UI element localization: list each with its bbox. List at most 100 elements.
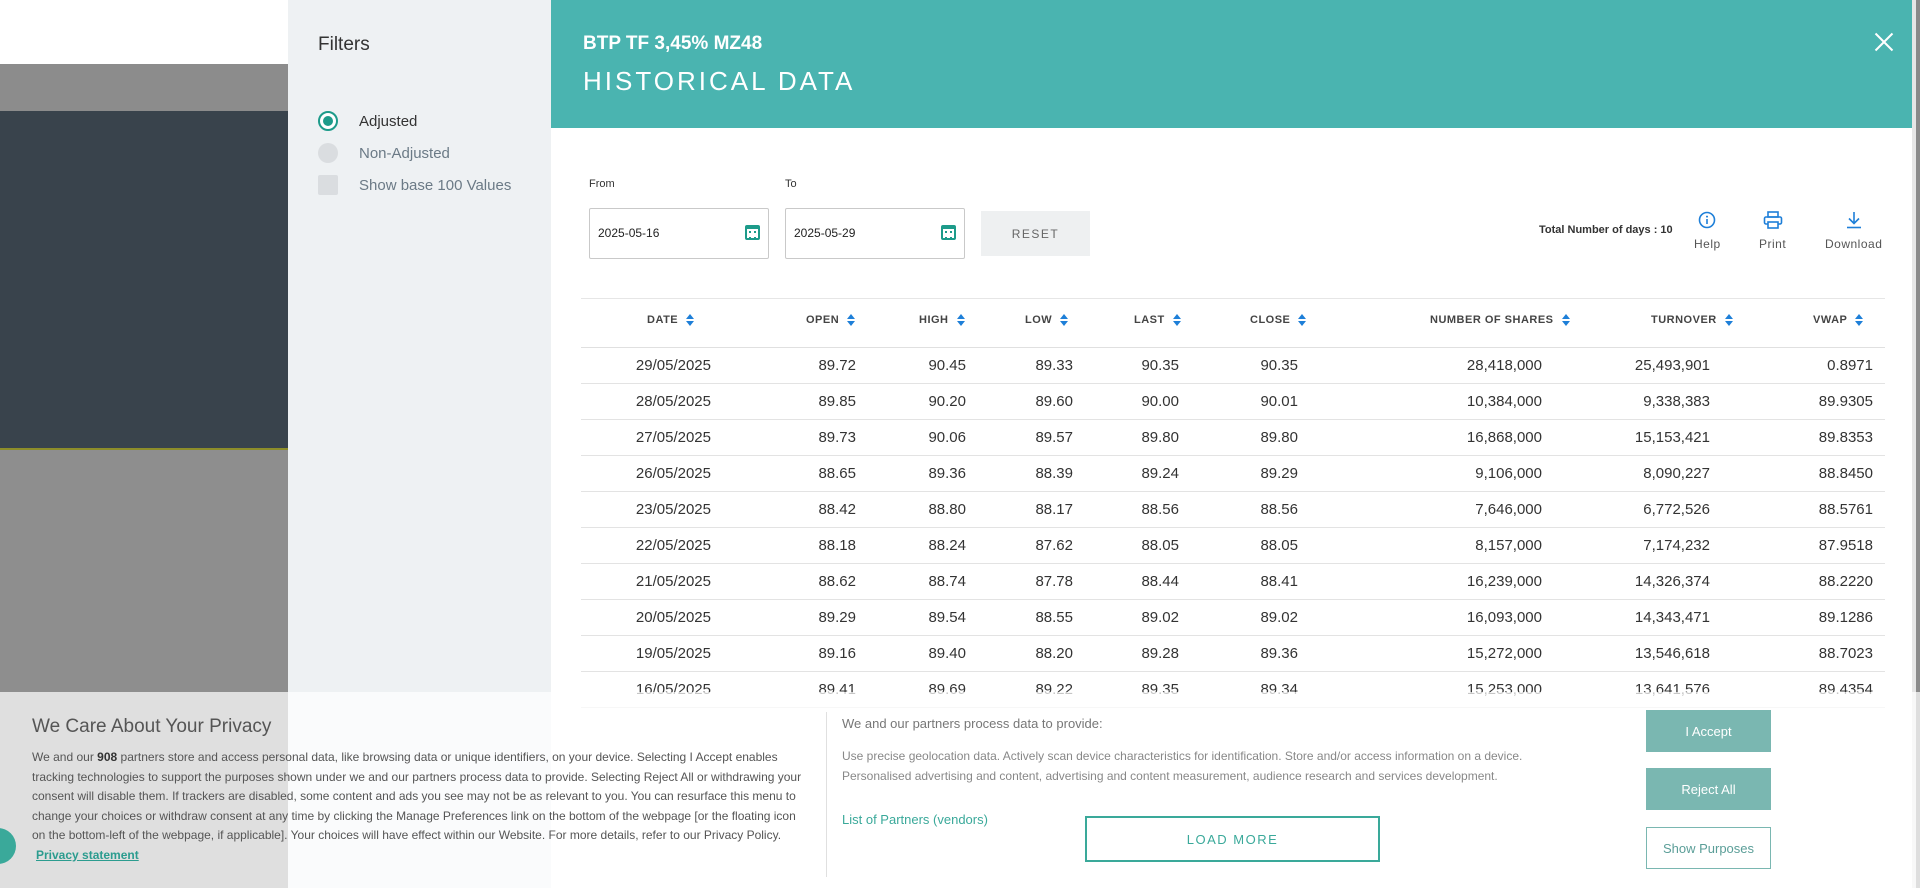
table-cell: 90.00 [1141, 393, 1179, 410]
table-cell: 89.1286 [1818, 609, 1873, 626]
table-cell: 88.8450 [1818, 465, 1873, 482]
download-label: Download [1825, 237, 1883, 251]
table-cell: 88.65 [818, 465, 856, 482]
table-cell: 87.62 [1035, 537, 1073, 554]
table-cell: 89.9305 [1818, 393, 1873, 410]
sort-icon[interactable] [1060, 314, 1069, 326]
table-cell: 89.60 [1035, 393, 1073, 410]
table-cell: 89.24 [1141, 465, 1179, 482]
filters-title: Filters [318, 34, 370, 55]
table-cell: 88.17 [1035, 501, 1073, 518]
table-row: 26/05/2025 88.65 89.36 88.39 89.24 89.29 9,106… [581, 456, 1885, 492]
table-cell: 13,546,618 [1634, 645, 1710, 662]
table-cell: 7,646,000 [1475, 501, 1542, 518]
printer-icon [1762, 209, 1784, 231]
sort-icon[interactable] [956, 314, 965, 326]
column-low[interactable]: LOW [1025, 314, 1069, 326]
cookie-divider [826, 712, 827, 877]
sort-icon[interactable] [1172, 314, 1181, 326]
download-button[interactable]: Download [1825, 209, 1882, 251]
table-cell: 89.73 [818, 429, 856, 446]
table-row: 21/05/2025 88.62 88.74 87.78 88.44 88.41 16,23… [581, 564, 1885, 600]
background-strip [0, 64, 288, 111]
from-date-input[interactable]: 2025-05-16 [589, 208, 769, 259]
table-cell: 90.06 [928, 429, 966, 446]
table-cell: 90.20 [928, 393, 966, 410]
table-row: 27/05/2025 89.73 90.06 89.57 89.80 89.80 16,86… [581, 420, 1885, 456]
close-icon[interactable] [1874, 32, 1894, 52]
sort-icon[interactable] [1561, 314, 1570, 326]
sort-icon[interactable] [1724, 314, 1733, 326]
historical-data-table: DATE OPEN HIGH LOW LAST CLOSE NUMBER OF … [581, 298, 1885, 708]
privacy-statement-link[interactable]: Privacy statement [36, 848, 139, 862]
radio-selected-icon[interactable] [318, 111, 338, 131]
filter-non-adjusted[interactable]: Non-Adjusted [318, 143, 450, 163]
column-date[interactable]: DATE [647, 314, 695, 326]
checkbox-icon[interactable] [318, 175, 338, 195]
accept-button[interactable]: I Accept [1646, 710, 1771, 752]
purposes-title: We and our partners process data to prov… [842, 716, 1103, 731]
column-open[interactable]: OPEN [806, 314, 856, 326]
table-cell: 88.18 [818, 537, 856, 554]
partner-count: 908 [97, 750, 118, 764]
print-label: Print [1759, 237, 1787, 251]
calendar-icon[interactable] [745, 225, 760, 240]
table-cell: 89.57 [1035, 429, 1073, 446]
to-date-input[interactable]: 2025-05-29 [785, 208, 965, 259]
table-cell: 88.39 [1035, 465, 1073, 482]
table-cell: 90.35 [1141, 357, 1179, 374]
partners-link[interactable]: List of Partners (vendors) [842, 812, 988, 827]
table-cell: 28,418,000 [1466, 357, 1542, 374]
table-cell: 88.41 [1260, 573, 1298, 590]
background-header [0, 0, 288, 64]
download-icon [1843, 209, 1865, 231]
column-last[interactable]: LAST [1134, 314, 1181, 326]
from-date-value: 2025-05-16 [598, 226, 660, 240]
table-cell: 28/05/2025 [635, 393, 711, 410]
table-cell: 15,272,000 [1466, 645, 1542, 662]
table-row: 28/05/2025 89.85 90.20 89.60 90.00 90.01 10,38… [581, 384, 1885, 420]
table-cell: 16,868,000 [1466, 429, 1542, 446]
sort-icon[interactable] [847, 314, 856, 326]
column-vwap[interactable]: VWAP [1813, 314, 1864, 326]
filter-adjusted[interactable]: Adjusted [318, 111, 417, 131]
column-high[interactable]: HIGH [919, 314, 965, 326]
radio-unselected-icon[interactable] [318, 143, 338, 163]
print-button[interactable]: Print [1759, 209, 1786, 251]
table-cell: 88.05 [1260, 537, 1298, 554]
column-turnover[interactable]: TURNOVER [1651, 314, 1733, 326]
table-cell: 89.29 [818, 609, 856, 626]
table-cell: 89.29 [1260, 465, 1298, 482]
table-cell: 89.8353 [1818, 429, 1873, 446]
table-cell: 22/05/2025 [635, 537, 711, 554]
reject-all-button[interactable]: Reject All [1646, 768, 1771, 810]
table-cell: 88.2220 [1818, 573, 1873, 590]
table-cell: 89.16 [818, 645, 856, 662]
table-cell: 88.56 [1260, 501, 1298, 518]
table-cell: 87.9518 [1818, 537, 1873, 554]
calendar-icon[interactable] [941, 225, 956, 240]
background-hero [0, 111, 288, 449]
sort-icon[interactable] [1855, 314, 1864, 326]
table-cell: 88.5761 [1818, 501, 1873, 518]
table-cell: 90.01 [1260, 393, 1298, 410]
show-purposes-button[interactable]: Show Purposes [1646, 827, 1771, 869]
table-body: 29/05/2025 89.72 90.45 89.33 90.35 90.35 28,41… [581, 348, 1885, 708]
load-more-button[interactable]: LOAD MORE [1085, 816, 1380, 862]
table-cell: 89.02 [1141, 609, 1179, 626]
total-days: Total Number of days : 10 [1539, 224, 1673, 236]
table-cell: 9,338,383 [1643, 393, 1710, 410]
table-cell: 88.80 [928, 501, 966, 518]
table-cell: 20/05/2025 [635, 609, 711, 626]
column-close[interactable]: CLOSE [1250, 314, 1307, 326]
sort-icon[interactable] [686, 314, 695, 326]
table-cell: 88.05 [1141, 537, 1179, 554]
privacy-badge-icon[interactable] [0, 828, 16, 864]
table-cell: 89.80 [1141, 429, 1179, 446]
sort-icon[interactable] [1298, 314, 1307, 326]
help-button[interactable]: Help [1694, 209, 1721, 251]
table-cell: 14,326,374 [1634, 573, 1710, 590]
column-number-of-shares[interactable]: NUMBER OF SHARES [1430, 314, 1570, 326]
reset-button[interactable]: RESET [981, 211, 1090, 256]
filter-base-100[interactable]: Show base 100 Values [318, 175, 511, 195]
